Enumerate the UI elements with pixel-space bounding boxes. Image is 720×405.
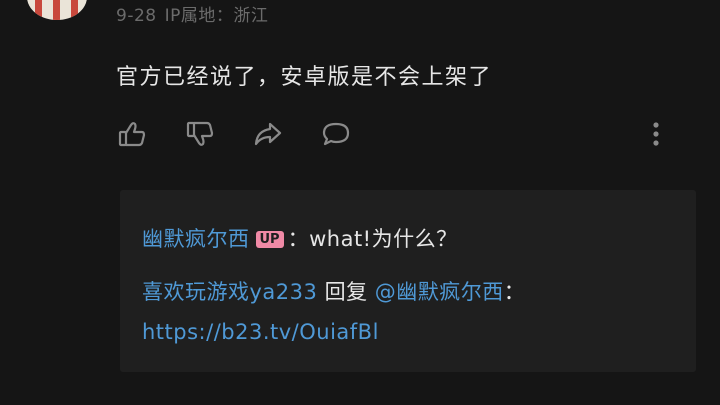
like-button[interactable] — [114, 116, 150, 152]
comment-meta: 9-28 IP属地：浙江 — [116, 1, 268, 26]
comment-bubble-icon — [322, 122, 350, 146]
avatar[interactable] — [27, 0, 87, 20]
share-button[interactable] — [250, 116, 286, 152]
reply-item: https://b23.tv/OuiafBl — [142, 320, 379, 344]
reply-button[interactable] — [318, 116, 354, 152]
reply-username[interactable]: 喜欢玩游戏ya233 — [142, 280, 317, 304]
dislike-button[interactable] — [182, 116, 218, 152]
more-button[interactable] — [638, 116, 674, 152]
reply-word: 回复 — [324, 280, 368, 304]
thumbs-up-icon — [118, 122, 146, 147]
share-icon — [254, 122, 282, 146]
reply-item: 喜欢玩游戏ya233 回复 @幽默疯尔西： — [142, 276, 525, 306]
reply-item: 幽默疯尔西 UP ：what!为什么？ — [142, 223, 458, 253]
action-bar — [0, 116, 720, 156]
up-badge: UP — [255, 231, 284, 248]
comment-text: 官方已经说了，安卓版是不会上架了 — [116, 65, 493, 90]
thumbs-down-icon — [186, 121, 214, 146]
mention-link[interactable]: @幽默疯尔西 — [375, 280, 504, 304]
reply-username[interactable]: 幽默疯尔西 — [142, 227, 250, 251]
comment-page: 9-28 IP属地：浙江 官方已经说了，安卓版是不会上架了 幽默疯尔西 UP ：… — [0, 0, 720, 405]
url-link[interactable]: https://b23.tv/OuiafBl — [142, 320, 379, 344]
more-vertical-icon — [653, 122, 659, 146]
reply-colon: ： — [503, 280, 526, 304]
reply-text: ：what!为什么？ — [287, 227, 458, 251]
comment-date: 9-28 — [116, 6, 157, 26]
ip-location: IP属地：浙江 — [164, 6, 269, 26]
reply-preview[interactable]: 幽默疯尔西 UP ：what!为什么？ 喜欢玩游戏ya233 回复 @幽默疯尔西： … — [120, 190, 696, 372]
